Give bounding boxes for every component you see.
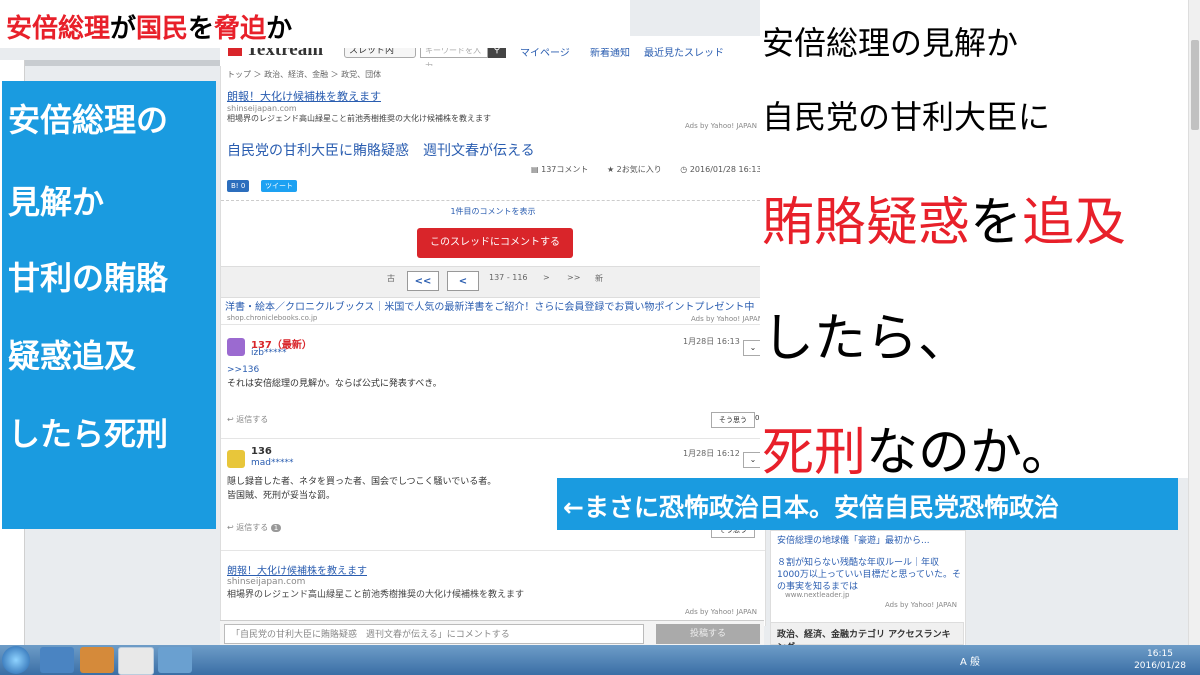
ie-icon[interactable]: [40, 647, 74, 673]
comment-quote-link[interactable]: >>136: [227, 364, 259, 377]
agree-button[interactable]: そう思う: [711, 412, 755, 428]
ads-by-label: Ads by Yahoo! JAPAN: [885, 601, 957, 609]
clock-date: 2016/01/28: [1134, 661, 1186, 671]
ad-url: www.nextleader.jp: [785, 591, 850, 599]
caption-left-line: 見解か: [8, 183, 105, 221]
agree-count: 0: [755, 414, 760, 422]
caption-top: 安倍総理が国民を脅迫か: [0, 0, 630, 48]
ad-title[interactable]: 洋書・絵本／クロニクルブックス｜米国で人気の最新洋書をご紹介！さらに会員登録でお…: [225, 298, 754, 313]
caption-left-line: したら死刑: [8, 415, 169, 453]
caption-right-line: 賄賂疑惑を追及: [762, 193, 1127, 253]
comment-number: 136: [251, 446, 272, 457]
clock-time: 16:15: [1147, 649, 1173, 659]
pager-next-button[interactable]: >: [543, 273, 550, 282]
show-first-comment-link[interactable]: 1件目のコメントを表示: [221, 206, 765, 217]
tweet-button[interactable]: ツイート: [261, 180, 297, 192]
divider: [221, 438, 765, 439]
caption-segment: を: [188, 14, 215, 44]
hatena-bookmark-button[interactable]: B! 0: [227, 180, 250, 192]
breadcrumb[interactable]: トップ ＞ 政治、経済、金融 ＞ 政党、団体: [227, 69, 381, 80]
pager-prev-button[interactable]: <: [447, 271, 479, 291]
main-content: トップ ＞ 政治、経済、金融 ＞ 政党、団体 朗報！大化け候補株を教えます sh…: [220, 66, 788, 626]
comment-date: 1月28日 16:12: [683, 449, 740, 458]
ad-block-top[interactable]: 朗報！大化け候補株を教えます shinseijapan.com 相場界のレジェン…: [227, 88, 491, 124]
page-scrollbar[interactable]: [1188, 0, 1200, 645]
caption-bottom-text: ←まさに恐怖政治日本。安倍自民党恐怖政治: [563, 493, 1059, 522]
media-player-icon[interactable]: [80, 647, 114, 673]
ad-block-bottom[interactable]: 朗報！大化け候補株を教えます shinseijapan.com 相場界のレジェン…: [227, 562, 524, 600]
ad-url: shinseijapan.com: [227, 104, 297, 113]
caption-right-line: 自民党の甘利大臣に: [762, 98, 1051, 136]
paint-icon[interactable]: [158, 647, 192, 673]
ad-description: 相場界のレジェンド高山緑星こと前池秀樹推奨の大化け候補株を教えます: [227, 590, 525, 600]
divider: [221, 200, 765, 202]
sidebar-link[interactable]: 安倍総理の地球儀「豪遊」最初から...: [777, 533, 930, 546]
comment-input[interactable]: 「自民党の甘利大臣に賄賂疑惑 週刊文春が伝える」にコメントする: [224, 624, 644, 644]
caption-segment: 安倍総理: [6, 14, 111, 44]
ad-title[interactable]: 朗報！大化け候補株を教えます: [227, 562, 524, 577]
comment-date: 1月28日 16:13: [683, 337, 740, 346]
caption-left-line: 安倍総理の: [8, 101, 169, 139]
divider: [221, 324, 765, 325]
divider: [221, 550, 765, 551]
category-ranking-heading: 政治、経済、金融カテゴリ アクセスランキング: [770, 622, 964, 653]
caption-right: 安倍総理の見解か 自民党の甘利大臣に 賄賂疑惑を追及 したら、 死刑なのか。: [760, 0, 1188, 483]
pagination-bar: 古 << < 137 - 116 > >> 新: [221, 266, 765, 298]
caption-segment: 国民: [136, 14, 189, 44]
caption-segment: か: [266, 14, 293, 44]
comment-user[interactable]: izb*****: [251, 348, 286, 358]
pager-last-button[interactable]: >>: [567, 273, 580, 282]
comment-body: それは安倍総理の見解か。ならば公式に発表すべき。: [227, 379, 442, 389]
reply-button[interactable]: ↩ 返信する 1: [227, 522, 282, 533]
favorite-count[interactable]: ★ 2お気に入り: [607, 165, 670, 174]
system-tray[interactable]: A 般: [960, 653, 980, 668]
windows-taskbar: A 般 16:15 2016/01/28: [0, 645, 1200, 675]
ime-indicator[interactable]: A 般: [960, 657, 980, 668]
comment-item: 137（最新） izb***** 1月28日 16:13 ⌄ >>136 それは…: [221, 328, 765, 438]
ads-by-label: Ads by Yahoo! JAPAN: [685, 608, 757, 616]
ads-by-label: Ads by Yahoo! JAPAN: [691, 315, 763, 323]
start-button-icon[interactable]: [2, 646, 30, 674]
caption-bottom: ←まさに恐怖政治日本。安倍自民党恐怖政治: [557, 478, 1178, 530]
ad-url: shinseijapan.com: [227, 577, 306, 587]
pager-range: 137 - 116: [489, 273, 528, 282]
chrome-icon[interactable]: [118, 647, 154, 675]
scrollbar-thumb[interactable]: [1191, 40, 1199, 130]
comment-on-thread-button[interactable]: このスレッドにコメントする: [417, 228, 573, 258]
ad-description: 相場界のレジェンド高山緑星こと前池秀樹推奨の大化け候補株を教えます: [227, 114, 491, 123]
nav-recent-threads-link[interactable]: 最近見たスレッド: [644, 44, 724, 59]
avatar: [227, 450, 245, 468]
reply-count: 1: [270, 524, 282, 532]
pager-newest-label: 新: [595, 274, 603, 283]
caption-right-line: 死刑なのか。: [762, 423, 1073, 483]
sidebar-ad-link[interactable]: ８割が知らない残酷な年収ルール｜年収1000万以上っていい目標だと思っていた。そ…: [777, 557, 961, 593]
caption-segment: 脅迫: [214, 14, 267, 44]
comment-input-bar: 「自民党の甘利大臣に賄賂疑惑 週刊文春が伝える」にコメントする 投稿する: [220, 620, 764, 647]
avatar: [227, 338, 245, 356]
ad-title[interactable]: 朗報！大化け候補株を教えます: [227, 88, 491, 104]
caption-right-line: 安倍総理の見解か: [762, 24, 1019, 62]
ad-url: shop.chroniclebooks.co.jp: [227, 314, 318, 322]
thread-title: 自民党の甘利大臣に賄賂疑惑 週刊文春が伝える: [227, 143, 535, 159]
caption-right-line: したら、: [762, 309, 971, 369]
ads-by-label: Ads by Yahoo! JAPAN: [685, 122, 757, 130]
caption-segment: が: [110, 14, 137, 44]
caption-top-text: 安倍総理が国民を脅迫か: [6, 8, 292, 45]
reply-button[interactable]: ↩ 返信する: [227, 414, 268, 425]
caption-left-line: 疑惑追及: [8, 337, 137, 375]
caption-left-line: 甘利の賄賂: [8, 259, 169, 297]
pager-oldest-label: 古: [387, 274, 395, 283]
post-button[interactable]: 投稿する: [656, 624, 760, 644]
comment-body: 皆国賊、死刑が妥当な罰。: [227, 491, 336, 501]
comment-user[interactable]: mad*****: [251, 458, 294, 468]
clock[interactable]: 16:15 2016/01/28: [1130, 648, 1190, 672]
pager-first-button[interactable]: <<: [407, 271, 439, 291]
comment-count: ▤ 137コメント: [531, 165, 589, 174]
comment-body: 隠し録音した者、ネタを買った者、国会でしつこく騒いでいる者。: [227, 477, 497, 487]
caption-left: 安倍総理の 見解か 甘利の賄賂 疑惑追及 したら死刑: [2, 81, 216, 529]
